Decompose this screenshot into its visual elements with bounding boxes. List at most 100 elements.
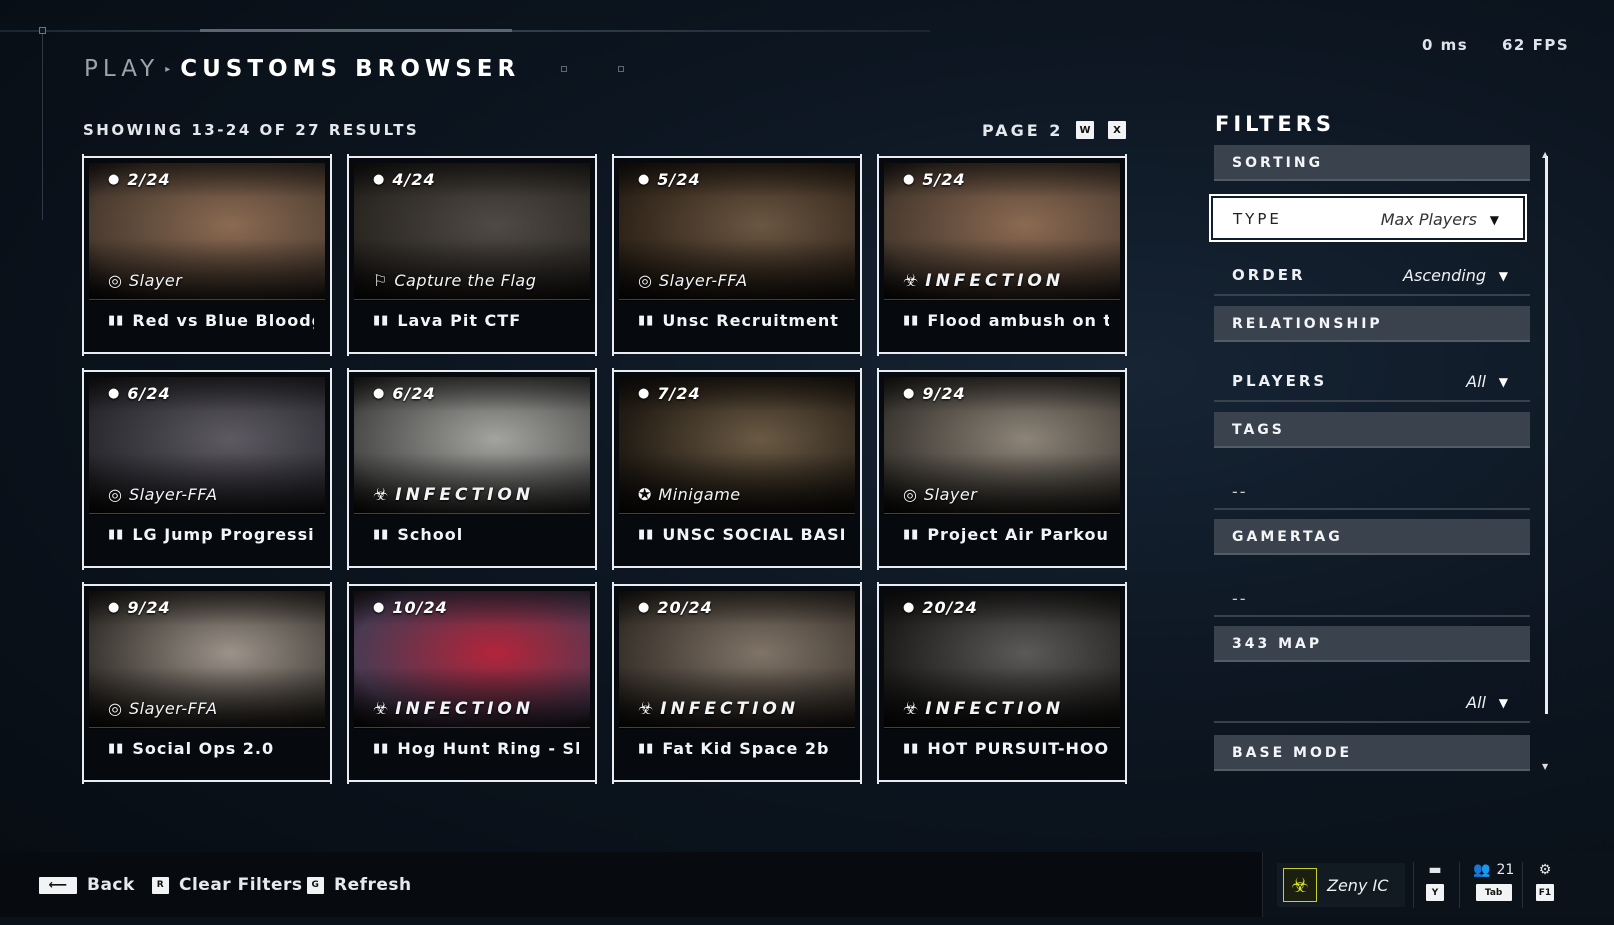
player-count: ● 7/24 — [638, 384, 701, 403]
player-icon: ● — [903, 386, 916, 401]
game-mode-label: Slayer — [128, 271, 183, 290]
player-icon: ● — [638, 600, 651, 615]
fps-readout: 62 FPS — [1502, 36, 1570, 54]
chevron-down-icon: ▼ — [1489, 213, 1499, 227]
custom-game-card[interactable]: ● 5/24 ☣ INFECTION ▮▮ Flood ambush on th… — [877, 154, 1127, 356]
biohazard-icon: ☣ — [373, 485, 389, 505]
back-key-icon: ⟵ — [39, 876, 77, 894]
custom-game-card[interactable]: ● 4/24 ⚐ Capture the Flag ▮▮ Lava Pit CT… — [347, 154, 597, 356]
relationship-section-header: RELATIONSHIP — [1214, 306, 1530, 342]
refresh-button[interactable]: G Refresh — [307, 875, 412, 895]
tags-field[interactable]: -- — [1214, 470, 1530, 510]
game-mode: ◎ Slayer — [108, 271, 182, 290]
game-mode-label: INFECTION — [395, 485, 535, 505]
custom-game-card[interactable]: ● 9/24 ◎ Slayer-FFA ▮▮ Social Ops 2.0 — [82, 582, 332, 784]
map-label: 343 MAP — [1232, 636, 1323, 652]
map-dropdown[interactable]: All ▼ — [1214, 683, 1530, 723]
biohazard-icon: ☣ — [903, 699, 919, 719]
player-count-value: 5/24 — [657, 170, 701, 189]
map-icon: ▮▮ — [373, 527, 390, 542]
player-icon: ● — [373, 600, 386, 615]
game-mode: ✪ Minigame — [638, 485, 741, 504]
custom-game-card[interactable]: ● 6/24 ◎ Slayer-FFA ▮▮ LG Jump Progressi… — [82, 368, 332, 570]
card-divider — [89, 727, 325, 728]
custom-game-card[interactable]: ● 7/24 ✪ Minigame ▮▮ UNSC SOCIAL BASE — [612, 368, 862, 570]
tags-value: -- — [1232, 482, 1248, 501]
player-count-value: 20/24 — [922, 598, 978, 617]
map-section-header: 343 MAP — [1214, 626, 1530, 662]
player-count: ● 6/24 — [108, 384, 171, 403]
custom-game-card[interactable]: ● 2/24 ◎ Slayer ▮▮ Red vs Blue Bloodgu — [82, 154, 332, 356]
player-count-value: 7/24 — [657, 384, 701, 403]
player-count: ● 5/24 — [638, 170, 701, 189]
map-value: All — [1466, 693, 1486, 712]
card-divider — [619, 299, 855, 300]
game-mode-label: INFECTION — [925, 271, 1065, 291]
chat-button[interactable]: ▬ Y — [1426, 862, 1444, 901]
game-title-text: Unsc Recruitment — [662, 311, 839, 330]
clear-filters-button[interactable]: R Clear Filters — [152, 875, 303, 895]
chat-key-icon: Y — [1426, 884, 1444, 901]
map-icon: ▮▮ — [903, 313, 920, 328]
player-count: ● 2/24 — [108, 170, 171, 189]
player-count: ● 20/24 — [903, 598, 978, 617]
game-title-text: Hog Hunt Ring - Ske — [397, 739, 579, 758]
scroll-down-icon[interactable]: ▼ — [1542, 762, 1548, 771]
type-dropdown[interactable]: TYPE Max Players ▼ — [1209, 194, 1527, 242]
card-divider — [619, 727, 855, 728]
players-dropdown[interactable]: PLAYERS All ▼ — [1214, 362, 1530, 402]
results-count: SHOWING 13-24 OF 27 RESULTS — [83, 121, 420, 139]
player-count-value: 9/24 — [922, 384, 966, 403]
players-value: All — [1466, 372, 1486, 391]
game-title: ▮▮ Flood ambush on thi — [903, 311, 1109, 330]
game-mode-label: INFECTION — [395, 699, 535, 719]
game-title-text: Red vs Blue Bloodgu — [132, 311, 314, 330]
results-grid: ● 2/24 ◎ Slayer ▮▮ Red vs Blue Bloodgu ●… — [82, 154, 1127, 784]
slayer-icon: ◎ — [108, 699, 122, 718]
player-count: ● 20/24 — [638, 598, 713, 617]
game-title: ▮▮ UNSC SOCIAL BASE — [638, 525, 844, 544]
game-mode: ⚐ Capture the Flag — [373, 271, 536, 290]
settings-button[interactable]: ⚙ F1 — [1536, 862, 1554, 901]
player-count-value: 5/24 — [922, 170, 966, 189]
friends-button[interactable]: 👥 21 Tab — [1473, 862, 1514, 901]
custom-game-card[interactable]: ● 20/24 ☣ INFECTION ▮▮ Fat Kid Space 2b — [612, 582, 862, 784]
latency-readout: 0 ms — [1422, 36, 1469, 54]
player-count: ● 10/24 — [373, 598, 448, 617]
breadcrumb-play[interactable]: PLAY — [84, 56, 159, 82]
emblem-icon: ☣ — [1283, 868, 1317, 902]
card-divider — [89, 299, 325, 300]
map-icon: ▮▮ — [638, 313, 655, 328]
game-mode-label: Slayer-FFA — [658, 271, 748, 290]
base-mode-label: BASE MODE — [1232, 745, 1353, 761]
back-button[interactable]: ⟵ Back — [39, 875, 135, 895]
game-title: ▮▮ LG Jump Progressio — [108, 525, 314, 544]
gamertag-field[interactable]: -- — [1214, 577, 1530, 617]
map-icon: ▮▮ — [903, 527, 920, 542]
next-page-key[interactable]: X — [1108, 121, 1126, 139]
game-title-text: Social Ops 2.0 — [132, 739, 275, 758]
custom-game-card[interactable]: ● 6/24 ☣ INFECTION ▮▮ School — [347, 368, 597, 570]
player-icon: ● — [373, 172, 386, 187]
chevron-down-icon: ▼ — [1498, 269, 1508, 283]
tags-section-header: TAGS — [1214, 412, 1530, 448]
custom-game-card[interactable]: ● 5/24 ◎ Slayer-FFA ▮▮ Unsc Recruitment — [612, 154, 862, 356]
order-dropdown[interactable]: ORDER Ascending ▼ — [1214, 256, 1530, 296]
player-card[interactable]: ☣ Zeny IC — [1277, 863, 1405, 907]
chat-icon: ▬ — [1428, 862, 1442, 878]
prev-page-key[interactable]: W — [1076, 121, 1094, 139]
game-mode: ☣ INFECTION — [903, 271, 1064, 291]
player-icon: ● — [108, 172, 121, 187]
bottom-strip — [0, 917, 1614, 925]
friends-icon: 👥 — [1473, 862, 1491, 878]
game-title-text: Project Air Parkour — [927, 525, 1109, 544]
refresh-key-icon: G — [307, 876, 324, 894]
filters-scrollbar[interactable] — [1545, 156, 1548, 714]
custom-game-card[interactable]: ● 20/24 ☣ INFECTION ▮▮ HOT PURSUIT-HOOV — [877, 582, 1127, 784]
top-divider-highlight — [200, 29, 512, 32]
player-count-value: 10/24 — [392, 598, 448, 617]
breadcrumb-dot-icon — [561, 66, 567, 72]
custom-game-card[interactable]: ● 10/24 ☣ INFECTION ▮▮ Hog Hunt Ring - S… — [347, 582, 597, 784]
game-title: ▮▮ HOT PURSUIT-HOOV — [903, 739, 1109, 758]
custom-game-card[interactable]: ● 9/24 ◎ Slayer ▮▮ Project Air Parkour — [877, 368, 1127, 570]
